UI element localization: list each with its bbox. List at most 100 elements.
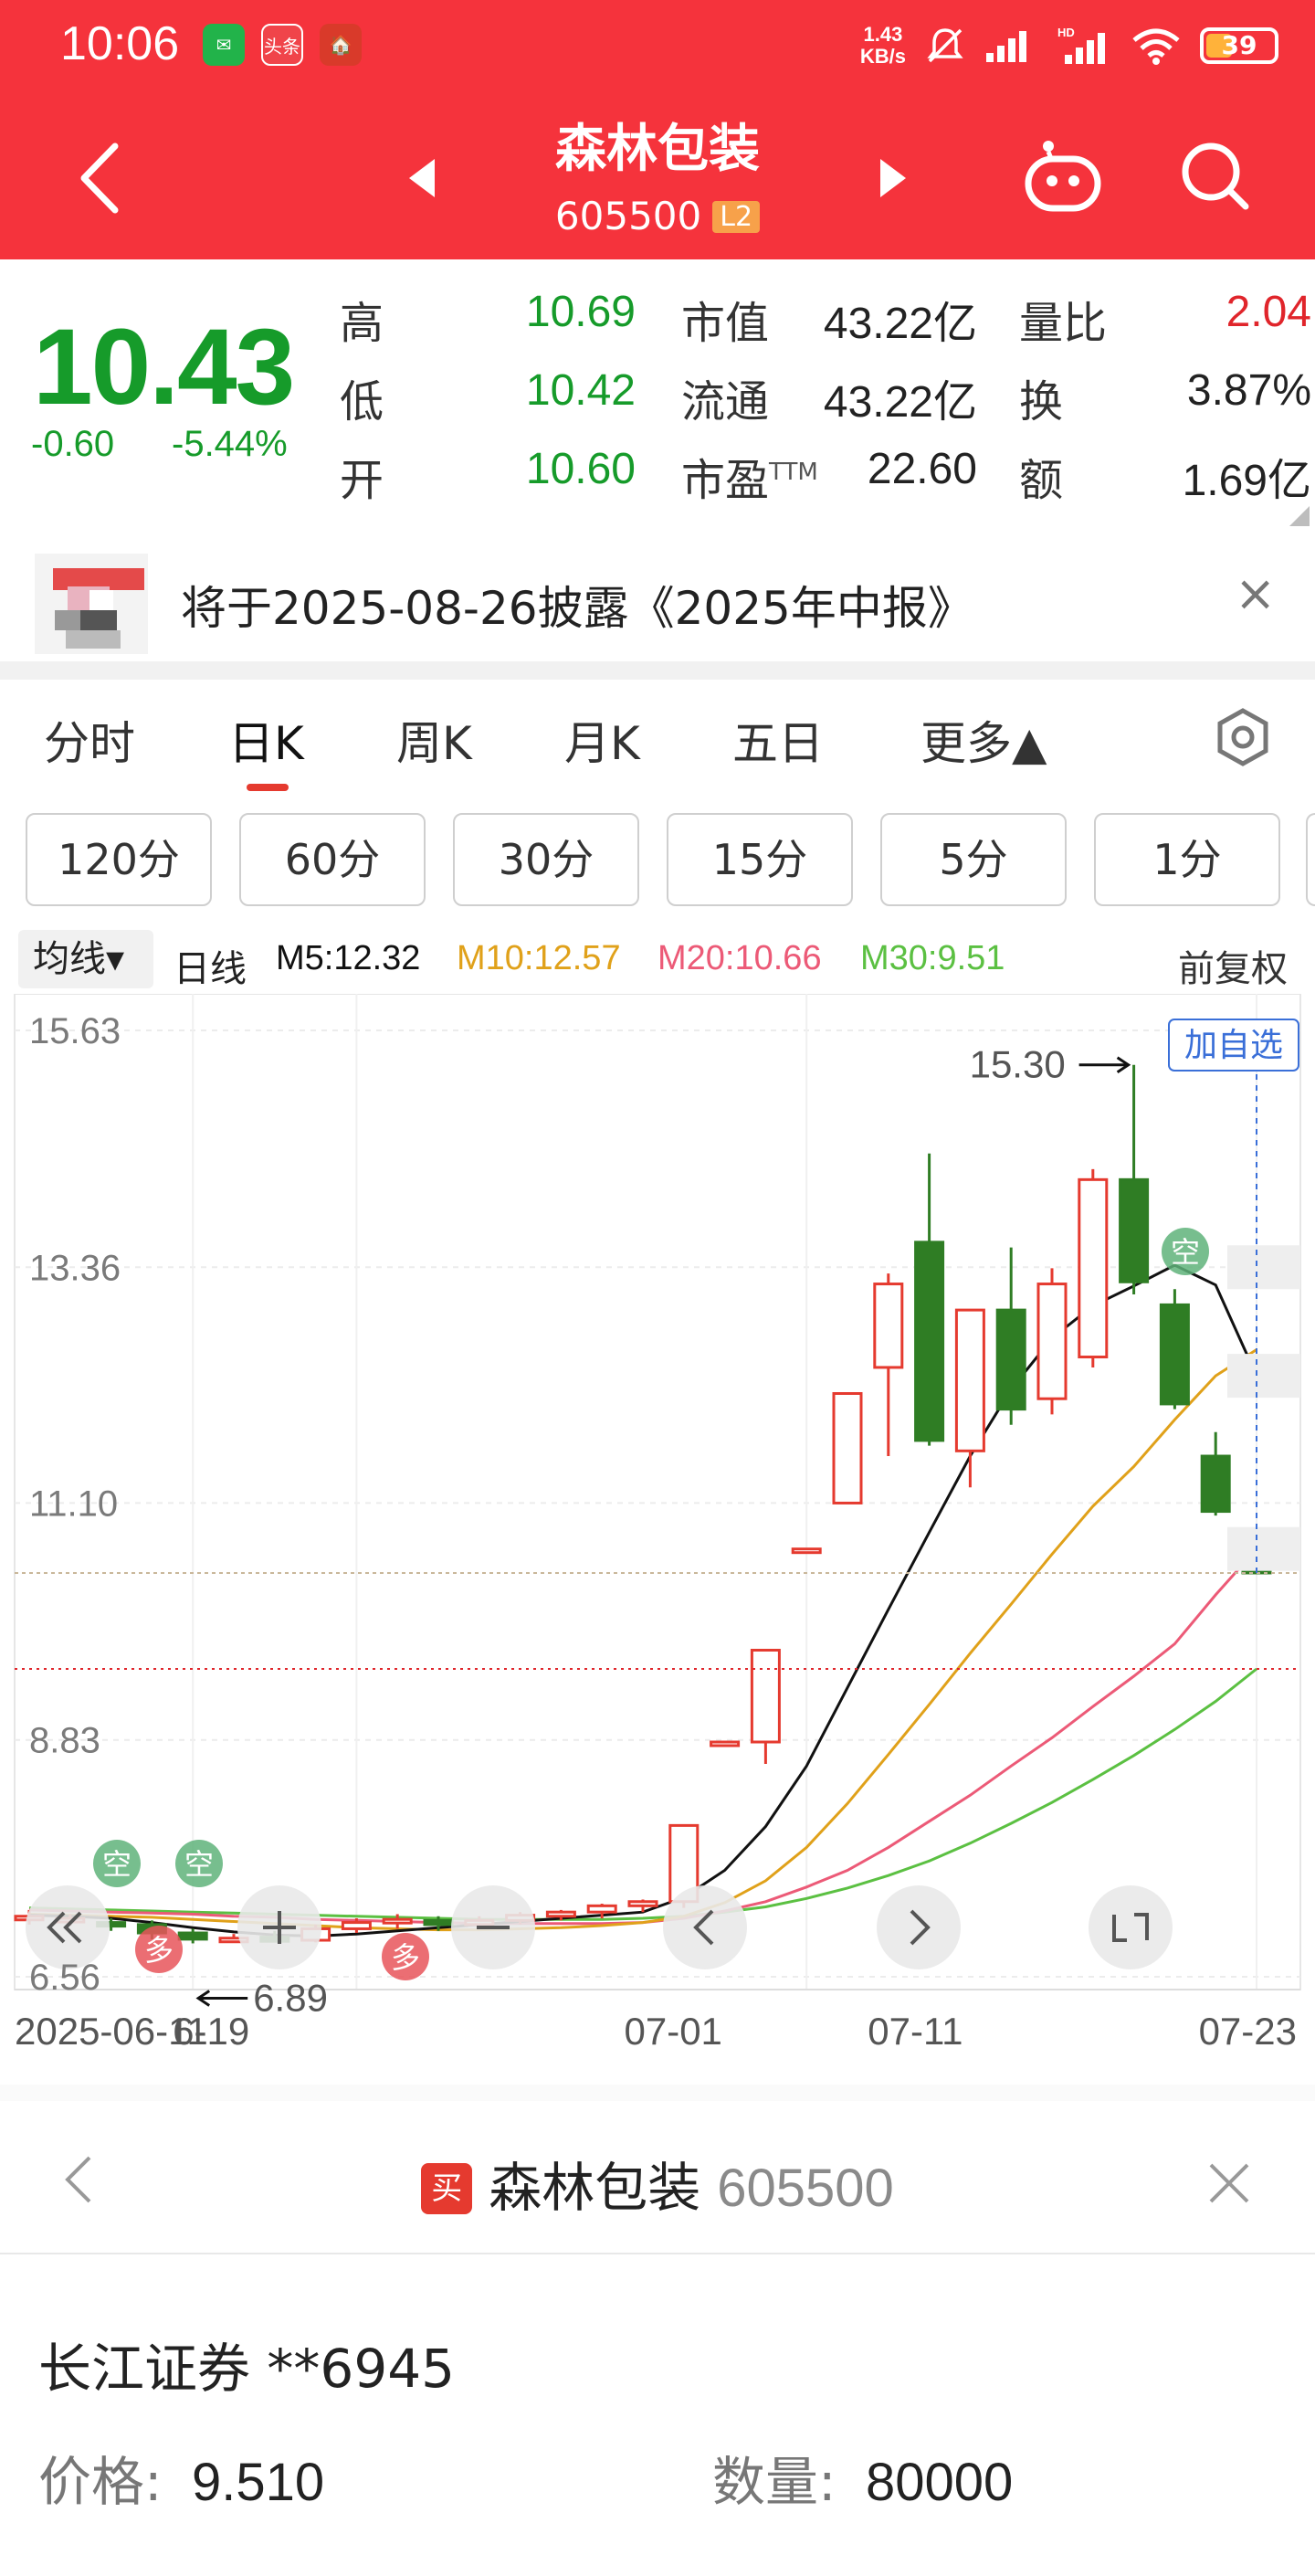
candle-body xyxy=(586,1904,617,1914)
tab-daily-k[interactable]: 日K xyxy=(228,707,304,773)
quote-panel: 10.43 -0.60 -5.44% 高 10.69 低 10.42 开 10.… xyxy=(0,259,1315,543)
notice-thumbnail xyxy=(35,554,148,654)
period-30min[interactable]: 30分 xyxy=(453,813,639,906)
period-5min[interactable]: 5分 xyxy=(880,813,1067,906)
short-signal-tag-text: 空 xyxy=(1171,1235,1200,1270)
period-1min[interactable]: 1分 xyxy=(1094,813,1280,906)
net-speed-unit: KB/s xyxy=(859,45,906,68)
turnover-label: 换 xyxy=(1019,376,1064,428)
tab-weekly-k[interactable]: 周K xyxy=(396,707,472,773)
scroll-left-button[interactable] xyxy=(663,1885,747,1969)
expand-corner-icon[interactable] xyxy=(1289,506,1310,526)
period-15min[interactable]: 15分 xyxy=(667,813,853,906)
candle-body xyxy=(832,1391,863,1504)
candle-body xyxy=(1119,1177,1150,1283)
announcement-bar[interactable]: 将于2025-08-26披露《2025年中报》 × xyxy=(0,543,1315,661)
tab-more[interactable]: 更多▲ xyxy=(920,707,1047,773)
status-bar: 10:06 ✉ 头条 🏠 1.43 KB/s HD 39 xyxy=(0,0,1315,91)
section-gap xyxy=(0,661,1315,680)
chart-settings-icon[interactable] xyxy=(1213,707,1273,767)
order-qty-label: 数量: xyxy=(712,2451,836,2513)
red-app-icon: 🏠 xyxy=(320,24,362,66)
ma5-line xyxy=(28,1263,1258,1938)
candle-body xyxy=(177,1931,208,1941)
pe-label-text: 市盈 xyxy=(681,455,770,506)
tab-five-day[interactable]: 五日 xyxy=(732,707,824,773)
order-qty-value: 80000 xyxy=(865,2453,1014,2512)
candle-body xyxy=(954,1308,985,1452)
candle-body xyxy=(914,1240,945,1442)
volume-ratio-label: 量比 xyxy=(1019,298,1108,349)
candle-body xyxy=(1200,1454,1231,1514)
candle-body xyxy=(1078,1177,1109,1359)
ma5-value: M5:12.32 xyxy=(276,939,421,977)
chart-tabs: 分时 日K 周K 月K 五日 更多▲ xyxy=(0,680,1315,808)
candle-body xyxy=(1036,1283,1068,1400)
status-indicators: 1.43 KB/s HD 39 xyxy=(860,18,1278,73)
net-speed-value: 1.43 xyxy=(863,23,903,46)
next-stock-icon[interactable] xyxy=(875,155,911,201)
announcement-text: 将于2025-08-26披露《2025年中报》 xyxy=(181,582,973,635)
signal-icon-2: HD xyxy=(1057,26,1105,64)
close-notice-icon[interactable]: × xyxy=(1235,565,1276,622)
stock-code-row: 605500 L2 xyxy=(0,194,1315,238)
candle-body xyxy=(1159,1303,1190,1406)
y-tick-label: 8.83 xyxy=(29,1721,100,1761)
stock-name-title: 森林包装 xyxy=(555,120,760,179)
svg-text:HD: HD xyxy=(1057,26,1075,39)
order-divider xyxy=(0,2085,1315,2101)
order-header: 买森林包装 605500 xyxy=(0,2101,1315,2254)
l2-badge[interactable]: L2 xyxy=(712,201,761,233)
market-cap-value: 43.22亿 xyxy=(823,300,977,348)
ma5-marker xyxy=(1227,1245,1300,1290)
candle-body xyxy=(627,1900,658,1907)
y-tick-label: 6.56 xyxy=(29,1958,100,1998)
float-cap-label: 流通 xyxy=(681,376,770,428)
add-watchlist-label[interactable]: 加自选 xyxy=(1184,1027,1283,1064)
period-60min[interactable]: 60分 xyxy=(239,813,426,906)
high-price-label: 15.30 xyxy=(970,1043,1066,1086)
ma-selector[interactable]: 均线▾ xyxy=(18,930,153,988)
order-title: 买森林包装 605500 xyxy=(0,2145,1315,2222)
period-more-edge xyxy=(1306,813,1315,906)
long-signal-tag-text: 多 xyxy=(144,1933,174,1968)
header: 10:06 ✉ 头条 🏠 1.43 KB/s HD 39 森林包装 605500… xyxy=(0,0,1315,259)
ma10-line xyxy=(28,1348,1257,1932)
stock-app: 10:06 ✉ 头条 🏠 1.43 KB/s HD 39 森林包装 605500… xyxy=(0,0,1315,2576)
short-signal-tag-text: 空 xyxy=(102,1847,132,1882)
candle-body xyxy=(423,1918,454,1927)
candle-body xyxy=(341,1921,372,1930)
long-signal-tag-text: 多 xyxy=(391,1940,420,1975)
wifi-icon xyxy=(1132,28,1180,65)
low-price-label: 6.89 xyxy=(253,1976,328,2019)
candle-body xyxy=(791,1547,822,1555)
period-120min[interactable]: 120分 xyxy=(26,813,212,906)
order-close-icon[interactable] xyxy=(1204,2158,1255,2209)
robot-assistant-icon[interactable] xyxy=(1023,135,1103,216)
kline-svg[interactable]: 加自选空 空空多多 15.6313.3611.108.836.5615.306.8… xyxy=(0,994,1315,2090)
candle-body xyxy=(382,1917,413,1925)
fullscreen-button[interactable] xyxy=(1089,1885,1173,1969)
signal-icon-1 xyxy=(986,31,1026,62)
stock-code: 605500 xyxy=(554,194,702,238)
low-value: 10.42 xyxy=(525,366,636,415)
adjustment-label[interactable]: 前复权 xyxy=(1178,939,1288,992)
tab-monthly-k[interactable]: 月K xyxy=(564,707,640,773)
search-icon[interactable] xyxy=(1178,139,1251,212)
active-tab-indicator xyxy=(247,784,289,791)
order-body: 长江证券 **6945 价格: 9.510 数量: 80000 xyxy=(0,2256,1315,2576)
order-price-label: 价格: xyxy=(38,2451,163,2513)
order-price-field: 价格: 9.510 xyxy=(38,2439,324,2516)
line-type-label: 日线 xyxy=(174,949,247,989)
scroll-right-button[interactable] xyxy=(877,1885,961,1969)
x-tick-label: 07-01 xyxy=(624,2010,721,2053)
mute-bell-icon xyxy=(927,28,963,63)
open-label: 开 xyxy=(340,455,384,506)
buy-badge: 买 xyxy=(421,2163,473,2214)
kline-chart[interactable]: 加自选空空空多多 15.63 13.36 11.10 8.83 6.56 15.30 6.8… xyxy=(0,994,1315,2090)
tab-intraday[interactable]: 分时 xyxy=(44,707,135,773)
ma10-marker xyxy=(1227,1354,1300,1399)
status-time: 10:06 xyxy=(60,17,180,70)
candle-body xyxy=(545,1910,576,1918)
amount-label: 额 xyxy=(1019,455,1064,506)
